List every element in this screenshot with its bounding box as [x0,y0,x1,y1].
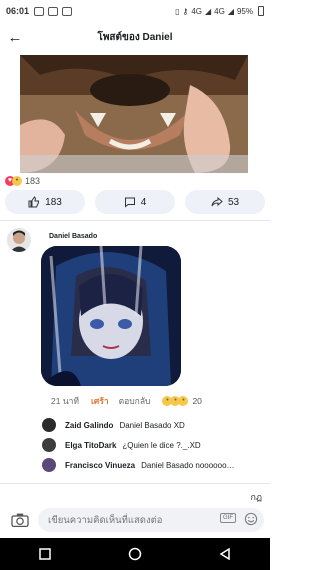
comment-reaction-count: 20 [192,396,202,406]
camera-icon[interactable] [10,512,30,528]
post-reaction-count: 183 [25,176,41,186]
post-photo[interactable] [20,55,248,173]
wow-reaction-icon: • [178,396,189,406]
reply-author-name: Elga TitoDark [65,440,117,450]
reply-text: Daniel Basado XD [119,420,185,430]
status-time: 06:01 [6,6,30,16]
app-bar: ← โพสต์ของ Daniel [0,22,270,52]
avatar [42,438,56,452]
reply-item[interactable]: Francisco Vinueza Daniel Basado noooooo… [42,458,235,472]
share-button[interactable]: 53 [185,190,265,214]
notification-icon [34,6,45,16]
share-arrow-icon [211,196,223,207]
comment-reply-link[interactable]: ตอบกลับ [119,394,151,408]
divider [0,220,270,221]
vibrate-icon: ▯ [175,6,180,16]
network-4g-label-2: 4G [214,6,225,16]
avatar-graphic [7,228,31,252]
comment-reactions[interactable]: • • • 20 [162,396,202,406]
comment-bubble-icon [124,197,135,208]
reply-author-name: Francisco Vinueza [65,460,136,470]
avatar[interactable] [7,228,31,252]
post-action-row: 183 4 53 [5,190,265,214]
gif-button[interactable]: GIF [220,513,236,523]
back-triangle-icon[interactable] [217,546,233,562]
reply-item[interactable]: Elga TitoDark ¿Quien le dice ?._.XD [42,438,201,452]
reply-text: ¿Quien le dice ?._.XD [122,440,201,450]
comment-count: 4 [140,196,147,208]
home-icon[interactable] [127,546,143,562]
screen: 06:01 ▯ ⚷ 4G ◢ 4G ◢ 95% ← โพสต์ของ Danie… [0,0,270,570]
reply-text: Daniel Basado noooooo… [141,460,235,470]
post-reaction-summary[interactable]: ♥ • 183 [5,176,40,186]
comment-image-graphic [41,246,181,386]
battery-icon [258,6,264,16]
status-bar: 06:01 ▯ ⚷ 4G ◢ 4G ◢ 95% [0,0,270,22]
signal-icon-2: ◢ [227,6,234,16]
gallery-icon [48,6,59,16]
reply-item[interactable]: Zaid Galindo Daniel Basado XD [42,418,185,432]
comment-image[interactable] [41,246,181,386]
thumbs-up-icon [28,196,40,208]
system-nav-bar [0,538,270,570]
status-right: ▯ ⚷ 4G ◢ 4G ◢ 95% [175,6,264,16]
emoji-icon[interactable] [244,512,258,526]
network-4g-label-1: 4G [191,6,202,16]
avatar [42,418,56,432]
signal-icon: ◢ [205,6,212,16]
key-icon: ⚷ [182,6,189,16]
like-button[interactable]: 183 [5,190,85,214]
comment-composer: GIF [0,506,270,534]
see-older-link[interactable]: กฏ [251,490,263,504]
recent-apps-icon[interactable] [37,546,53,562]
comment-like-link[interactable]: เศร้า [91,394,109,408]
back-arrow-icon[interactable]: ← [0,29,30,46]
wow-reaction-icon: • [12,176,22,186]
comment-button[interactable]: 4 [95,190,175,214]
share-count: 53 [227,196,240,208]
page-title: โพสต์ของ Daniel [97,31,173,43]
avatar [42,458,56,472]
comment-author-name[interactable]: Daniel Basado [49,233,97,240]
reply-author-name: Zaid Galindo [65,420,114,430]
like-count: 183 [45,196,62,208]
post-photo-graphic [20,55,248,173]
comment-meta: 21 นาที เศร้า ตอบกลับ • • • 20 [51,394,270,408]
battery-percent: 95% [236,6,253,16]
app-notification-icon [62,6,73,16]
divider [0,483,270,484]
comment-time: 21 นาที [51,396,80,406]
